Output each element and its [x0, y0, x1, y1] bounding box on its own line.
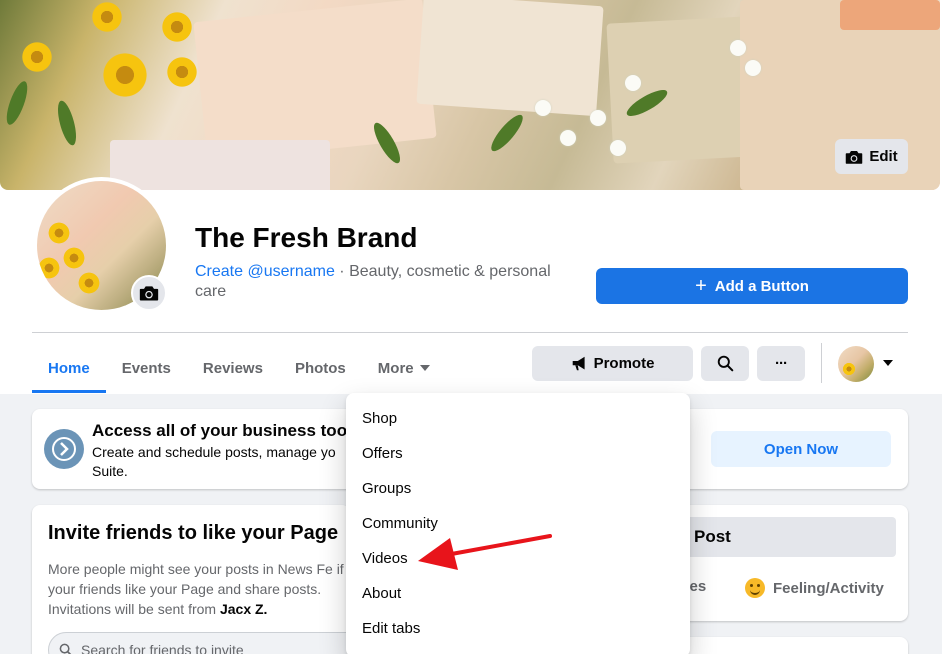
tab-home[interactable]: Home — [32, 343, 106, 393]
yellow-flower — [90, 0, 124, 34]
next-card — [660, 637, 908, 654]
search-button[interactable] — [701, 346, 749, 381]
soap-bar — [416, 0, 604, 117]
more-dropdown-menu: Shop Offers Groups Community Videos Abou… — [346, 393, 690, 654]
subtitle-separator: · — [334, 263, 350, 280]
invite-friends-search-input[interactable]: Search for friends to invite — [48, 632, 368, 654]
ellipsis-icon: ··· — [775, 355, 788, 372]
edit-cover-button[interactable]: Edit — [835, 139, 908, 174]
white-flower — [730, 40, 746, 56]
menu-item-offers[interactable]: Offers — [346, 436, 690, 471]
tab-events-label: Events — [121, 359, 171, 377]
yellow-flower — [77, 271, 101, 295]
red-arrow-icon — [418, 534, 552, 570]
open-now-button[interactable]: Open Now — [711, 431, 891, 467]
leaf — [54, 98, 80, 148]
soap-bar — [110, 140, 330, 190]
yellow-flower — [37, 256, 61, 280]
menu-item-edit-tabs[interactable]: Edit tabs — [346, 611, 690, 646]
yellow-flower — [47, 221, 71, 245]
add-a-button-label: Add a Button — [714, 277, 809, 295]
tab-photos[interactable]: Photos — [279, 343, 362, 393]
white-flower — [610, 140, 626, 156]
yellow-flower — [20, 40, 54, 74]
invite-search-placeholder: Search for friends to invite — [81, 642, 244, 654]
leaf — [2, 78, 32, 128]
search-icon — [59, 643, 72, 654]
page-tabs: Home Events Reviews Photos More — [32, 343, 446, 393]
yellow-flower — [842, 362, 856, 376]
vertical-divider — [821, 343, 822, 383]
tab-events[interactable]: Events — [106, 343, 187, 393]
feeling-activity-option[interactable]: Feeling/Activity — [745, 578, 884, 598]
plus-icon: + — [695, 275, 707, 297]
menu-item-groups[interactable]: Groups — [346, 471, 690, 506]
tab-photos-label: Photos — [294, 359, 346, 377]
white-flower — [560, 130, 576, 146]
business-tools-title: Access all of your business tools i — [92, 421, 371, 440]
invite-description-text: More people might see your posts in News… — [48, 561, 344, 617]
create-username-link[interactable]: Create @username — [195, 263, 335, 280]
promote-label: Promote — [593, 355, 655, 372]
soap-bar — [840, 0, 940, 30]
tab-home-label: Home — [48, 359, 90, 377]
tab-reviews-label: Reviews — [202, 359, 263, 377]
caret-down-icon — [419, 365, 430, 371]
account-avatar[interactable] — [838, 346, 874, 382]
white-flower — [590, 110, 606, 126]
promote-button[interactable]: Promote — [532, 346, 693, 381]
menu-item-shop[interactable]: Shop — [346, 401, 690, 436]
create-post-label: Post — [694, 527, 731, 546]
invite-friends-description: More people might see your posts in News… — [48, 559, 348, 619]
page-title: The Fresh Brand — [195, 222, 418, 253]
more-options-button[interactable]: ··· — [757, 346, 805, 381]
tab-more[interactable]: More — [362, 343, 446, 393]
header-divider — [32, 332, 908, 333]
update-profile-picture-button[interactable] — [131, 275, 167, 311]
feeling-option-label: Feeling/Activity — [773, 579, 884, 597]
leaf — [486, 110, 528, 156]
invite-friends-card: Invite friends to like your Page More pe… — [32, 505, 368, 654]
edit-cover-label: Edit — [869, 148, 898, 165]
business-suite-logo — [52, 437, 76, 461]
camera-icon — [846, 150, 863, 164]
create-post-button[interactable]: Post — [672, 517, 896, 557]
smiley-icon — [745, 578, 765, 598]
tab-more-label: More — [377, 359, 414, 377]
add-a-button[interactable]: + Add a Button — [596, 268, 908, 304]
white-flower — [535, 100, 551, 116]
caret-down-icon[interactable] — [883, 360, 893, 366]
search-icon — [717, 355, 733, 372]
soap-bar — [193, 0, 437, 162]
page-subtitle: Create @username · Beauty, cosmetic & pe… — [195, 262, 580, 302]
camera-icon — [139, 286, 159, 301]
business-suite-icon — [44, 429, 84, 469]
menu-item-about[interactable]: About — [346, 576, 690, 611]
yellow-flower — [62, 246, 86, 270]
white-flower — [745, 60, 761, 76]
cover-photo[interactable] — [0, 0, 940, 190]
create-post-card: Post ages Feeling/Activity — [660, 505, 908, 621]
yellow-flower — [100, 50, 150, 100]
invite-sender-name: Jacx Z. — [219, 601, 268, 617]
tab-reviews[interactable]: Reviews — [187, 343, 279, 393]
yellow-flower — [165, 55, 199, 89]
invite-friends-title: Invite friends to like your Page — [48, 522, 339, 544]
yellow-flower — [160, 10, 194, 44]
business-tools-description: Create and schedule posts, manage yo Sui… — [92, 444, 336, 479]
megaphone-icon — [572, 356, 585, 371]
white-flower — [625, 75, 641, 91]
